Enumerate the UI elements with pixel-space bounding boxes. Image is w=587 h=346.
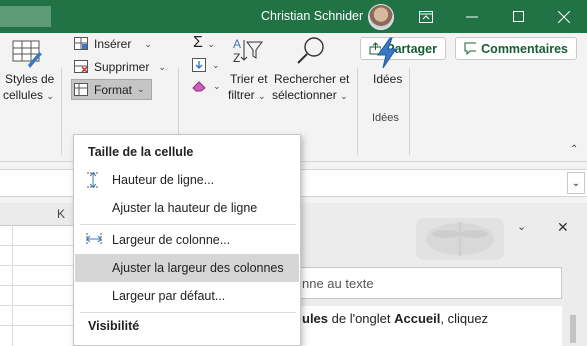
autosum-icon[interactable]: Σ ⌄	[193, 34, 215, 52]
ideas-label[interactable]: Idées	[373, 72, 402, 86]
share-button[interactable]: Partager	[360, 37, 446, 60]
grid-line	[0, 265, 76, 266]
help-search-text[interactable]: nne au texte	[302, 276, 374, 291]
search-box[interactable]	[0, 6, 51, 27]
ribbon-separator	[61, 68, 62, 155]
row-height-icon	[87, 172, 99, 188]
format-dropdown-menu: Taille de la cellule Hauteur de ligne...…	[73, 134, 301, 346]
fill-down-icon	[192, 58, 206, 72]
comments-label: Commentaires	[481, 41, 568, 56]
ideas-group-label: Idées	[372, 112, 399, 124]
sort-filter-icon[interactable]: A Z	[233, 36, 263, 64]
menu-separator	[80, 312, 296, 313]
chevron-down-icon[interactable]: ⌄	[517, 220, 526, 233]
delete-button[interactable]: Supprimer ⌄	[74, 57, 166, 77]
column-label-k[interactable]: K	[57, 207, 65, 221]
chevron-down-icon: ⌄	[340, 91, 348, 101]
ribbon-separator	[409, 68, 410, 155]
grid-line	[0, 305, 76, 306]
autofit-column-width-item[interactable]: Ajuster la largeur des colonnes	[75, 254, 299, 282]
column-width-icon	[86, 233, 102, 245]
menu-separator	[80, 224, 296, 225]
minimize-icon[interactable]	[449, 0, 495, 33]
visibility-heading: Visibilité	[88, 319, 140, 333]
column-width-item[interactable]: Largeur de colonne...	[75, 226, 299, 254]
user-name: Christian Schnider	[261, 9, 364, 23]
ribbon-separator	[357, 68, 358, 155]
ribbon-display-options-icon[interactable]	[403, 0, 449, 33]
cell-styles-label[interactable]: Styles de	[5, 72, 54, 86]
magnifier-icon[interactable]	[296, 36, 326, 66]
find-select-label-line2[interactable]: sélectionner ⌄	[272, 88, 348, 102]
close-pane-icon[interactable]: ✕	[557, 219, 569, 236]
delete-label: Supprimer	[94, 60, 150, 74]
collapse-ribbon-icon[interactable]: ⌃	[570, 144, 578, 155]
column-width-label: Largeur de colonne...	[112, 233, 231, 247]
comments-button[interactable]: Commentaires	[455, 37, 577, 60]
format-label: Format	[94, 82, 133, 97]
help-body-text: ules de l'onglet Accueil, cliquez	[302, 311, 489, 326]
chevron-down-icon: ⌄	[212, 59, 220, 70]
autofit-row-height-item[interactable]: Ajuster la hauteur de ligne	[75, 194, 299, 222]
find-select-label[interactable]: Rechercher et	[274, 72, 349, 86]
default-width-label: Largeur par défaut...	[112, 289, 226, 303]
avatar[interactable]	[368, 4, 394, 30]
insert-cells-icon	[74, 37, 88, 50]
close-icon[interactable]	[541, 0, 587, 33]
grid-line	[0, 285, 76, 286]
row-height-item[interactable]: Hauteur de ligne...	[75, 166, 299, 194]
chevron-down-icon: ⌄	[46, 91, 54, 101]
delete-cells-icon	[74, 60, 88, 73]
eraser-icon	[192, 81, 206, 92]
insert-button[interactable]: Insérer ⌄	[74, 34, 152, 54]
comment-icon	[464, 42, 477, 55]
grid-line	[0, 245, 76, 246]
insert-label: Insérer	[94, 37, 132, 51]
chevron-down-icon: ⌄	[258, 91, 266, 101]
chevron-down-icon: ⌄	[158, 61, 166, 72]
default-width-item[interactable]: Largeur par défaut...	[75, 282, 299, 310]
format-button[interactable]: Format ⌄	[71, 79, 152, 100]
autofit-column-width-label: Ajuster la largeur des colonnes	[112, 261, 284, 275]
sort-filter-label-line2[interactable]: filtrer ⌄	[228, 88, 266, 102]
lightning-icon[interactable]	[374, 37, 400, 69]
sort-filter-label[interactable]: Trier et	[230, 72, 268, 86]
scrollbar[interactable]	[570, 315, 576, 343]
format-cells-icon	[74, 82, 88, 96]
clear-button[interactable]: ⌄	[192, 80, 221, 92]
chevron-down-icon: ⌄	[144, 38, 152, 49]
grid-line	[0, 325, 76, 326]
svg-text:Z: Z	[233, 51, 240, 64]
cell-size-heading: Taille de la cellule	[88, 145, 194, 159]
title-bar: Christian Schnider	[0, 0, 587, 33]
autofit-row-height-label: Ajuster la hauteur de ligne	[112, 201, 258, 215]
chevron-down-icon: ⌄	[137, 84, 145, 94]
fill-button[interactable]: ⌄	[192, 58, 220, 72]
cell-styles-label-line2[interactable]: cellules ⌄	[3, 88, 54, 102]
expand-formula-bar-icon[interactable]: ⌄	[567, 172, 585, 194]
maximize-icon[interactable]	[495, 0, 541, 33]
svg-text:A: A	[233, 37, 241, 51]
cell-styles-icon[interactable]	[12, 40, 44, 70]
dragonfly-illustration	[416, 218, 504, 260]
row-height-label: Hauteur de ligne...	[112, 173, 215, 187]
chevron-down-icon: ⌄	[213, 80, 221, 91]
